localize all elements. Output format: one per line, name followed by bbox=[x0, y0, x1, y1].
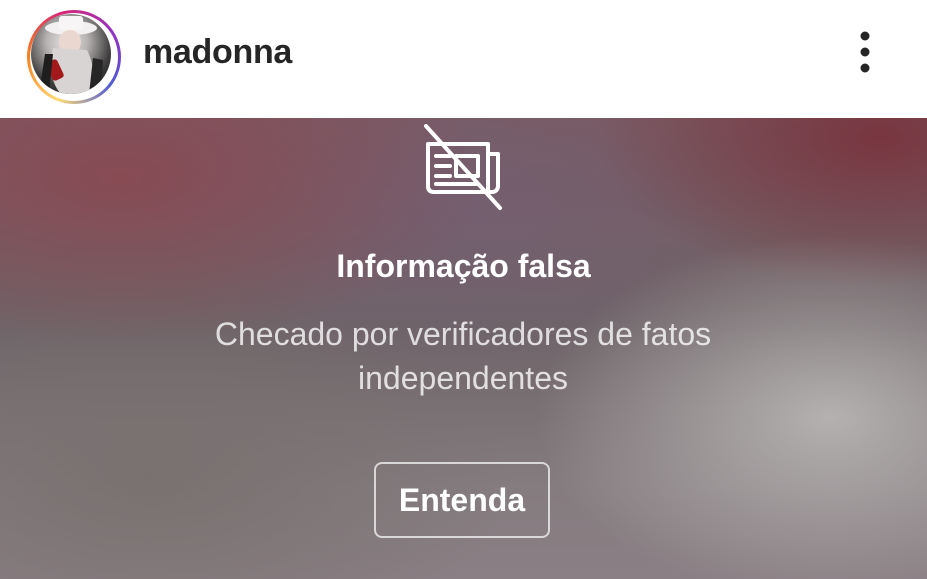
username[interactable]: madonna bbox=[143, 30, 292, 74]
learn-more-button[interactable]: Entenda bbox=[374, 462, 550, 538]
warning-title: Informação falsa bbox=[336, 248, 591, 284]
warning-subtitle: Checado por verificadores de fatos indep… bbox=[214, 316, 712, 396]
more-vertical-icon bbox=[860, 31, 870, 73]
more-options-button[interactable] bbox=[845, 26, 885, 78]
avatar[interactable] bbox=[31, 14, 111, 94]
news-off-icon bbox=[424, 124, 502, 210]
false-information-overlay: Informação falsa Checado por verificador… bbox=[0, 118, 927, 579]
post-header: madonna bbox=[0, 0, 927, 118]
story-ring[interactable] bbox=[27, 10, 121, 104]
profile-photo-icon bbox=[39, 16, 103, 94]
